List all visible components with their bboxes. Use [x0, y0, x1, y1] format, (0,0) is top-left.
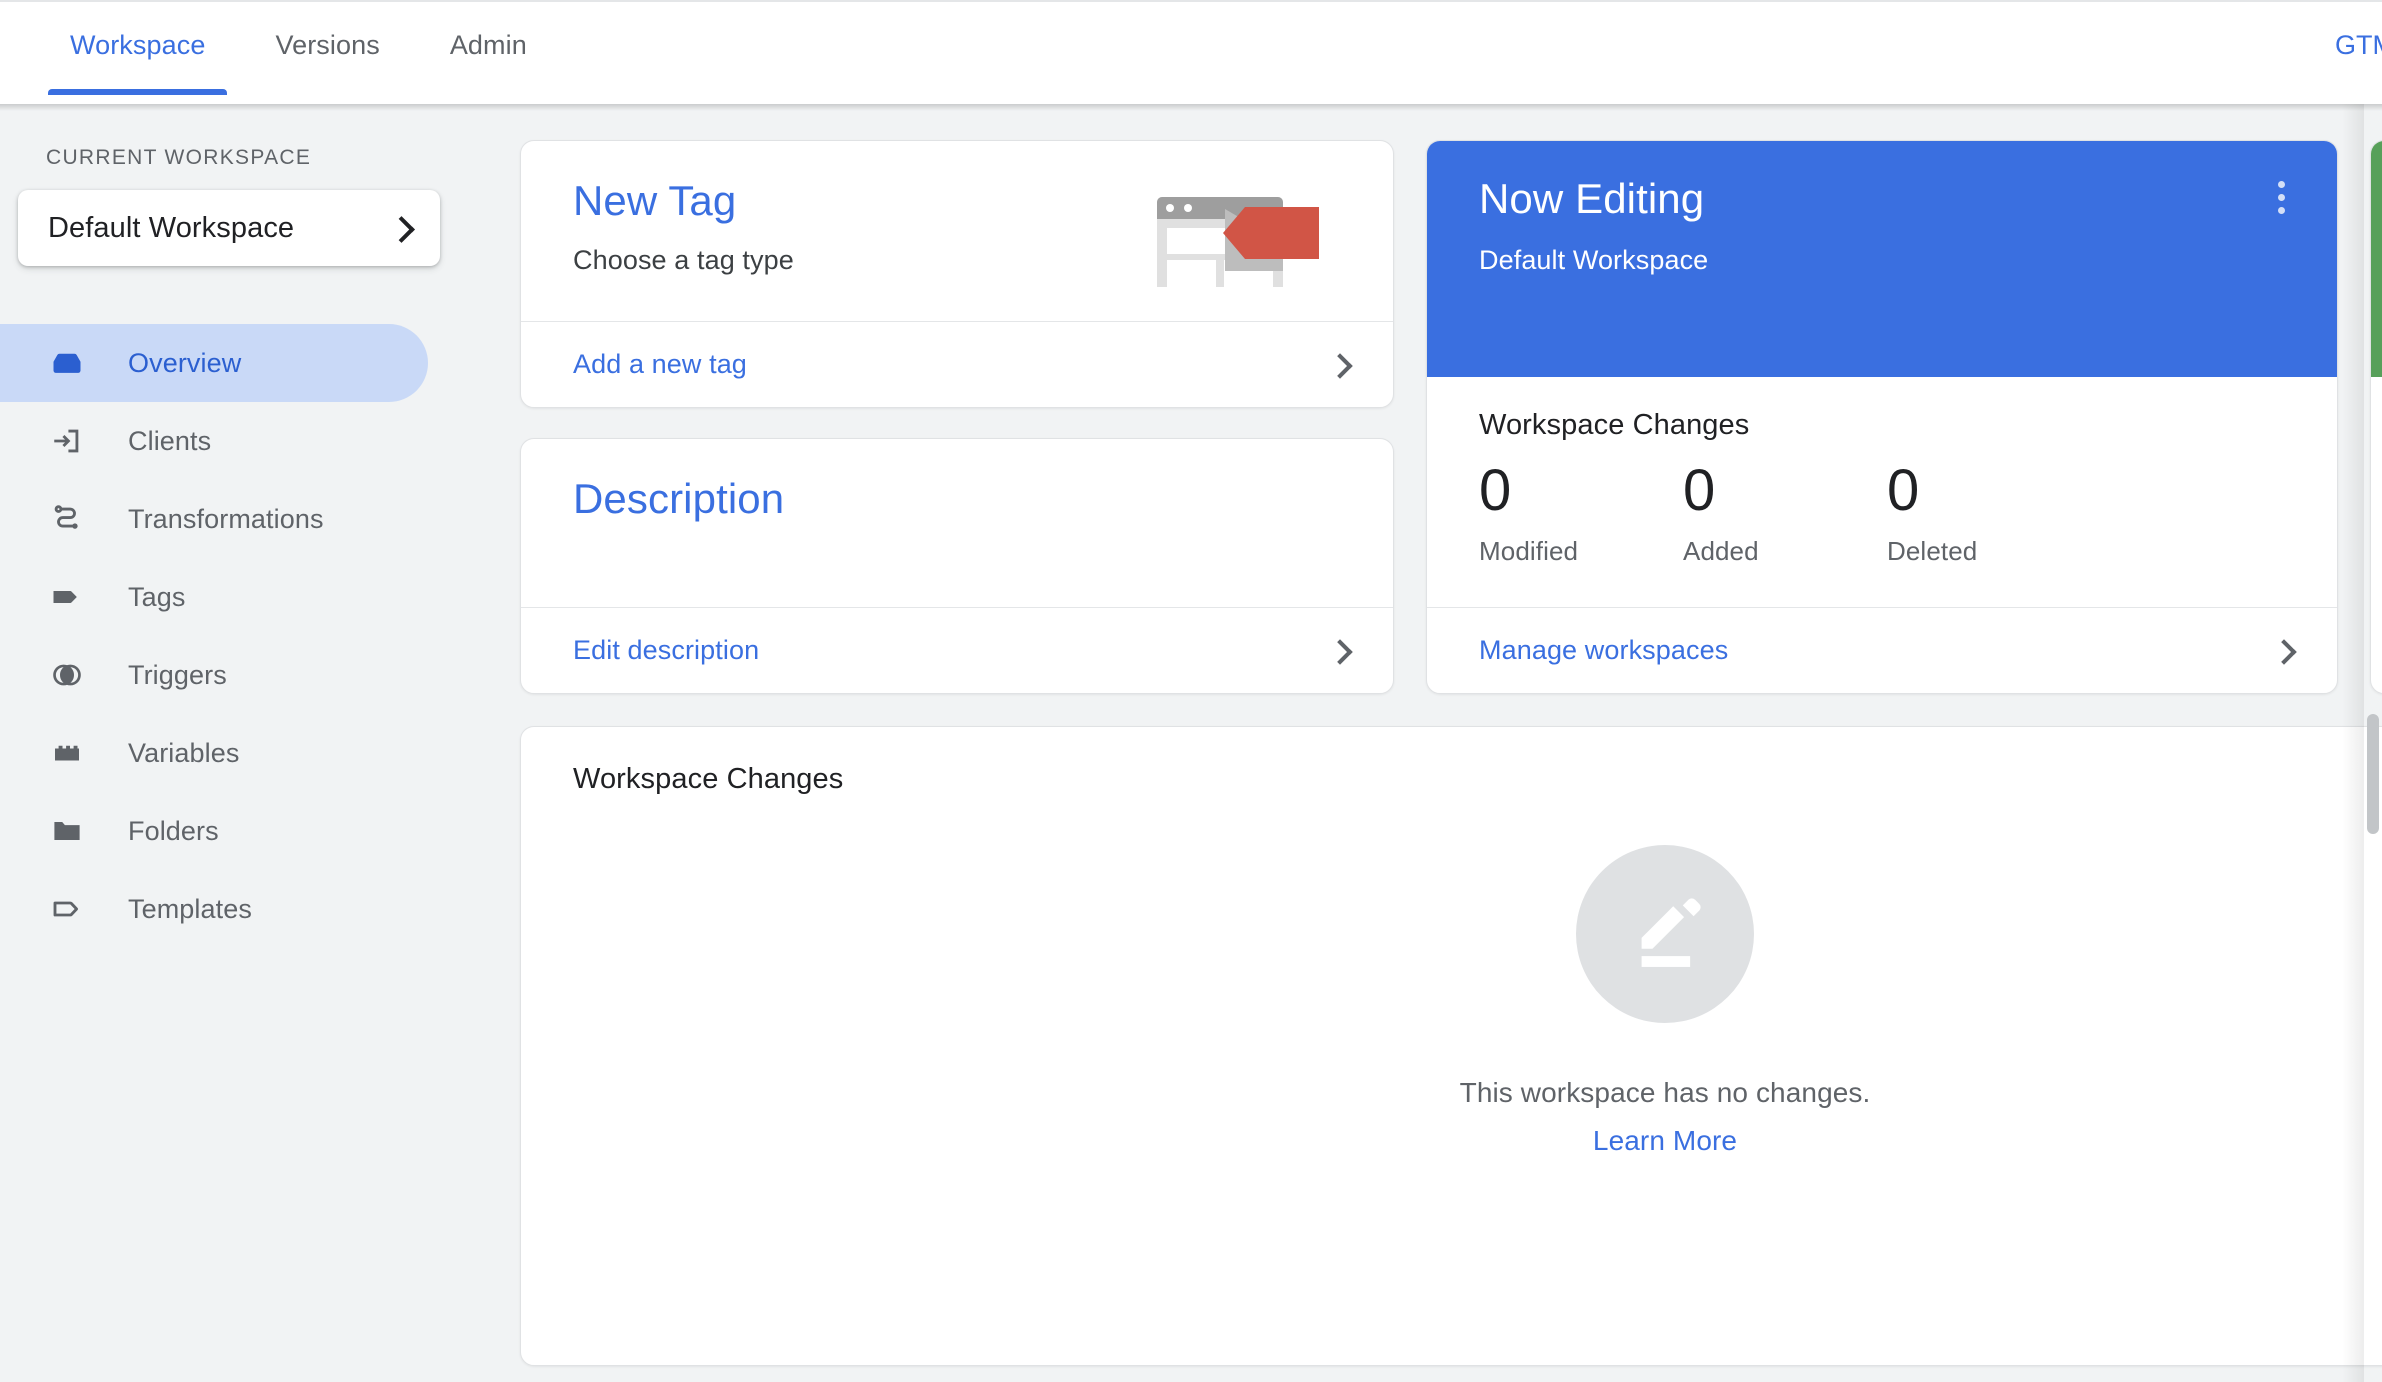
workspace-changes-panel-title: Workspace Changes: [573, 763, 844, 795]
stat-label: Added: [1683, 535, 1759, 566]
edit-pencil-icon: [1576, 845, 1754, 1023]
chevron-right-icon: [2273, 641, 2293, 661]
stat-modified: 0 Modified: [1479, 458, 1683, 567]
triggers-circles-icon: [46, 654, 88, 696]
sidebar-nav: Overview Clients Transformations Tags Tr…: [0, 324, 488, 948]
learn-more-link[interactable]: Learn More: [1593, 1125, 1737, 1157]
sidebar-item-label: Templates: [128, 893, 252, 924]
chevron-right-icon: [1329, 641, 1349, 661]
transformations-node-icon: [46, 498, 88, 540]
sidebar-item-variables[interactable]: Variables: [0, 714, 428, 792]
stat-added: 0 Added: [1683, 458, 1887, 567]
workspace-changes-panel: Workspace Changes This workspace has no …: [520, 726, 2382, 1366]
description-card: Description Edit description: [520, 438, 1394, 694]
now-editing-card: Now Editing Default Workspace Workspace …: [1426, 140, 2338, 694]
content-area: New Tag Choose a tag type Add a new tag: [488, 104, 2382, 1382]
new-tag-subtitle: Choose a tag type: [573, 245, 794, 275]
sidebar-item-label: Triggers: [128, 659, 227, 690]
workspace-changes-stats: 0 Modified 0 Added 0 Deleted: [1479, 458, 2285, 567]
sidebar-item-triggers[interactable]: Triggers: [0, 636, 428, 714]
tab-admin[interactable]: Admin: [428, 30, 549, 95]
variables-brick-icon: [46, 732, 88, 774]
stat-label: Deleted: [1887, 535, 1978, 566]
sidebar: CURRENT WORKSPACE Default Workspace Over…: [0, 104, 488, 1382]
sidebar-item-label: Variables: [128, 737, 240, 768]
sidebar-item-folders[interactable]: Folders: [0, 792, 428, 870]
chevron-right-icon: [390, 217, 412, 239]
container-id-link[interactable]: GTM-: [2335, 30, 2382, 61]
add-new-tag-link: Add a new tag: [573, 349, 747, 379]
current-workspace-label: CURRENT WORKSPACE: [46, 146, 312, 169]
manage-workspaces-link: Manage workspaces: [1479, 635, 1729, 665]
now-editing-title: Now Editing: [1479, 175, 1705, 222]
sidebar-item-label: Transformations: [128, 503, 324, 534]
page-body: CURRENT WORKSPACE Default Workspace Over…: [0, 104, 2382, 1382]
now-editing-workspace-name: Default Workspace: [1479, 245, 1709, 275]
manage-workspaces-footer[interactable]: Manage workspaces: [1427, 607, 2337, 693]
add-new-tag-footer[interactable]: Add a new tag: [521, 321, 1393, 407]
new-tag-title: New Tag: [573, 177, 737, 224]
stat-value: 0: [1887, 458, 1920, 523]
sidebar-item-templates[interactable]: Templates: [0, 870, 428, 948]
browser-window-with-tag-illustration: [1147, 179, 1319, 287]
tab-workspace[interactable]: Workspace: [48, 30, 228, 95]
edit-description-footer[interactable]: Edit description: [521, 607, 1393, 693]
overview-box-icon: [46, 342, 88, 384]
edit-description-link: Edit description: [573, 635, 760, 665]
sidebar-item-label: Overview: [128, 347, 242, 378]
sidebar-item-tags[interactable]: Tags: [0, 558, 428, 636]
chevron-right-icon: [1329, 355, 1349, 375]
tab-versions[interactable]: Versions: [253, 30, 401, 95]
sidebar-item-label: Folders: [128, 815, 219, 846]
stat-deleted: 0 Deleted: [1887, 458, 2091, 567]
new-tag-card: New Tag Choose a tag type Add a new tag: [520, 140, 1394, 408]
stat-value: 0: [1479, 458, 1512, 523]
sidebar-item-overview[interactable]: Overview: [0, 324, 428, 402]
empty-state: This workspace has no changes. Learn Mor…: [521, 845, 2382, 1157]
workspace-changes-heading: Workspace Changes: [1479, 409, 1750, 441]
vertical-scrollbar[interactable]: [2364, 104, 2382, 1382]
clients-arrow-in-box-icon: [46, 420, 88, 462]
sidebar-item-label: Clients: [128, 425, 212, 456]
more-vert-icon[interactable]: [2261, 177, 2301, 217]
tag-filled-icon: [46, 576, 88, 618]
sidebar-item-label: Tags: [128, 581, 186, 612]
workspace-selector[interactable]: Default Workspace: [18, 190, 440, 266]
empty-state-text: This workspace has no changes.: [1459, 1077, 1871, 1108]
description-title: Description: [573, 475, 785, 522]
sidebar-item-clients[interactable]: Clients: [0, 402, 428, 480]
scrollbar-thumb[interactable]: [2367, 714, 2379, 834]
sidebar-item-transformations[interactable]: Transformations: [0, 480, 428, 558]
template-tag-outline-icon: [46, 888, 88, 930]
workspace-selector-name: Default Workspace: [48, 211, 295, 244]
stat-value: 0: [1683, 458, 1716, 523]
folder-filled-icon: [46, 810, 88, 852]
top-tab-bar: Workspace Versions Admin GTM-: [0, 0, 2382, 104]
stat-label: Modified: [1479, 535, 1579, 566]
main-tabs: Workspace Versions Admin: [48, 2, 575, 95]
